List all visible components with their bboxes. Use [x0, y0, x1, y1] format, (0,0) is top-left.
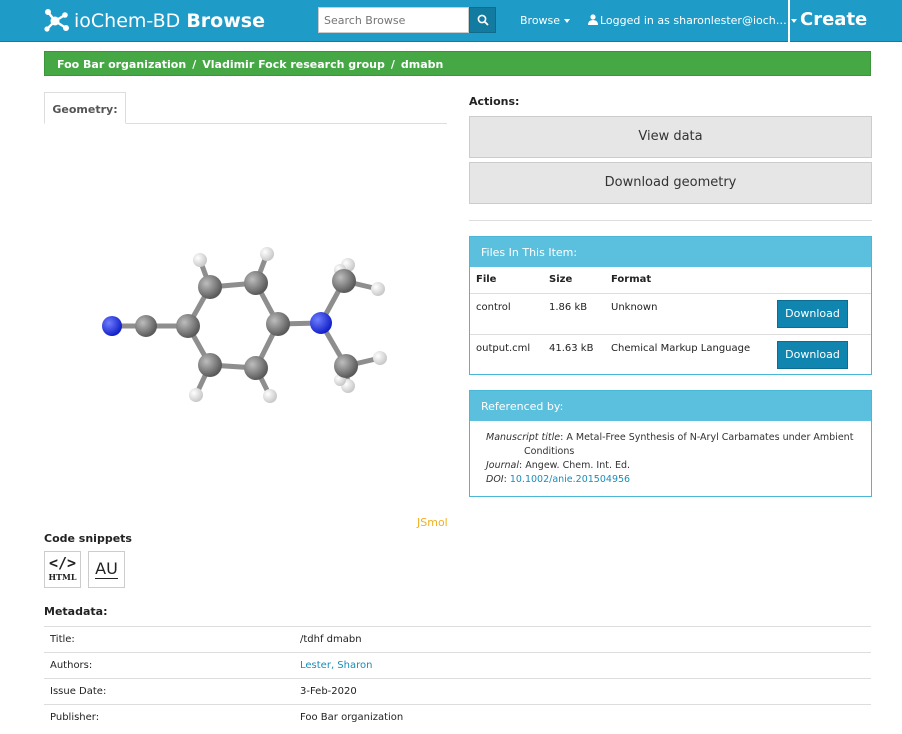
- file-name: output.cml: [476, 342, 531, 354]
- files-panel-heading: Files In This Item:: [470, 237, 871, 267]
- molecule-logo-icon: [44, 9, 69, 32]
- breadcrumb: Foo Bar organization / Vladimir Fock resea…: [44, 51, 871, 76]
- column-header-format: Format: [605, 267, 771, 294]
- author-link[interactable]: Lester, Sharon: [300, 660, 372, 671]
- reference-entry: Manuscript title: A Metal-Free Synthesis…: [486, 432, 854, 485]
- actions-heading: Actions:: [469, 95, 520, 108]
- download-button[interactable]: Download: [777, 340, 848, 369]
- html-snippet-label: HTML: [48, 572, 77, 582]
- actions-divider: [469, 220, 872, 221]
- breadcrumb-item-group[interactable]: Vladimir Fock research group: [202, 58, 385, 71]
- au-snippet-button[interactable]: AU: [88, 551, 125, 588]
- file-format: Chemical Markup Language: [611, 342, 751, 354]
- metadata-value: 3-Feb-2020: [294, 678, 871, 705]
- breadcrumb-separator: /: [192, 58, 197, 71]
- table-row: control 1.86 kB Unknown Download: [470, 293, 871, 335]
- table-row: output.cml 41.63 kB Chemical Markup Lang…: [470, 334, 871, 375]
- caret-down-icon: [790, 19, 797, 23]
- browse-menu-label: Browse: [520, 14, 561, 27]
- table-row: Authors: Lester, Sharon: [44, 652, 871, 679]
- user-menu-label: Logged in as sharonlester@ioch…: [600, 14, 787, 27]
- file-size: 41.63 kB: [549, 342, 594, 354]
- journal-value: Angew. Chem. Int. Ed.: [525, 460, 631, 471]
- search-input[interactable]: [318, 7, 469, 33]
- search-button[interactable]: [469, 7, 496, 33]
- tab-geometry[interactable]: Geometry:: [44, 92, 126, 124]
- caret-down-icon: [564, 19, 571, 23]
- metadata-key: Title:: [44, 626, 294, 653]
- create-link[interactable]: Create: [800, 9, 867, 30]
- column-header-size: Size: [543, 267, 605, 294]
- au-snippet-label: AU: [95, 559, 118, 579]
- metadata-value: Foo Bar organization: [294, 704, 871, 731]
- view-data-button[interactable]: View data: [469, 116, 872, 158]
- metadata-heading: Metadata:: [44, 605, 108, 618]
- molecule-viewer[interactable]: [90, 240, 400, 410]
- table-row: Publisher: Foo Bar organization: [44, 704, 871, 731]
- code-icon: </>: [48, 554, 77, 572]
- breadcrumb-separator: /: [390, 58, 395, 71]
- breadcrumb-item-organization[interactable]: Foo Bar organization: [57, 58, 186, 71]
- user-icon: [588, 14, 598, 25]
- metadata-table: Title: /tdhf dmabn Authors: Lester, Shar…: [44, 626, 871, 731]
- brand-bold: Browse: [186, 10, 265, 32]
- journal-label: Journal: [486, 460, 520, 471]
- file-format: Unknown: [605, 293, 771, 335]
- user-menu[interactable]: Logged in as sharonlester@ioch…: [588, 14, 797, 27]
- files-table-header: File Size Format: [470, 267, 871, 294]
- file-name: control: [470, 293, 543, 335]
- manuscript-title: A Metal-Free Synthesis of N-Aryl Carbama…: [566, 432, 854, 443]
- html-snippet-button[interactable]: </> HTML: [44, 551, 81, 588]
- files-panel: Files In This Item: File Size Format con…: [469, 236, 872, 375]
- search-icon: [477, 14, 489, 26]
- brand-logo[interactable]: ioChem-BD Browse: [42, 7, 265, 35]
- doi-link[interactable]: 10.1002/anie.201504956: [510, 474, 630, 485]
- referenced-panel: Referenced by: Manuscript title: A Metal…: [469, 390, 872, 497]
- metadata-key: Issue Date:: [44, 678, 294, 705]
- manuscript-title-cont: Conditions: [524, 446, 575, 457]
- browse-menu[interactable]: Browse: [520, 14, 571, 27]
- navbar-divider: [788, 0, 790, 42]
- file-size: 1.86 kB: [543, 293, 605, 335]
- manuscript-label: Manuscript title: [486, 432, 561, 443]
- brand-text: ioChem-BD Browse: [74, 10, 265, 32]
- doi-label: DOI: [486, 474, 504, 485]
- table-row: Issue Date: 3-Feb-2020: [44, 678, 871, 705]
- metadata-key: Publisher:: [44, 704, 294, 731]
- top-navbar: ioChem-BD Browse Browse Logged in as sha…: [0, 0, 902, 42]
- download-geometry-button[interactable]: Download geometry: [469, 162, 872, 204]
- metadata-key: Authors:: [44, 652, 294, 679]
- column-header-file: File: [470, 267, 543, 294]
- breadcrumb-item-current[interactable]: dmabn: [401, 58, 443, 71]
- download-button[interactable]: Download: [777, 299, 848, 328]
- code-snippets-heading: Code snippets: [44, 532, 132, 545]
- referenced-panel-heading: Referenced by:: [470, 391, 871, 421]
- table-row: Title: /tdhf dmabn: [44, 626, 871, 653]
- brand-prefix: ioChem-BD: [74, 10, 181, 32]
- files-table: File Size Format control 1.86 kB Unknown…: [470, 267, 871, 375]
- metadata-value: /tdhf dmabn: [294, 626, 871, 653]
- column-header-action: [771, 267, 871, 294]
- jsmol-label[interactable]: JSmol: [417, 516, 448, 529]
